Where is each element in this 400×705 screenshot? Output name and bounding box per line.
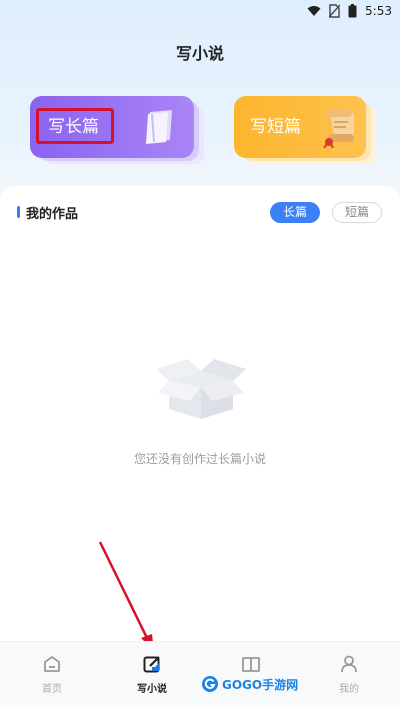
empty-box-icon — [156, 359, 246, 419]
nav-item-mine[interactable]: 我的 — [314, 642, 384, 705]
gogo-logo-icon — [202, 676, 218, 692]
book-icon — [242, 657, 260, 672]
nav-item-write[interactable]: 写小说 — [117, 642, 187, 705]
write-long-card[interactable]: 写长篇 — [30, 96, 194, 158]
watermark: GOGO手游网 — [201, 675, 298, 693]
wifi-icon — [307, 6, 321, 16]
no-sim-icon — [329, 4, 341, 18]
works-title-accent — [17, 206, 20, 218]
home-icon — [44, 656, 60, 672]
status-icons: 5:53 — [307, 4, 392, 18]
bottom-nav: 首页 写小说 我的 — [0, 641, 400, 705]
empty-state-text: 您还没有创作过长篇小说 — [133, 452, 266, 466]
scroll-icon — [323, 110, 354, 148]
battery-icon — [348, 4, 357, 18]
nav-label-home: 首页 — [42, 684, 62, 695]
annotation-highlight-box — [36, 108, 114, 144]
notebook-icon — [146, 110, 172, 144]
works-title: 我的作品 — [26, 207, 79, 222]
edit-icon — [143, 656, 160, 673]
nav-item-home[interactable]: 首页 — [17, 642, 87, 705]
nav-label-mine: 我的 — [339, 684, 359, 695]
person-icon — [341, 655, 357, 673]
watermark-text: GOGO手游网 — [222, 677, 299, 692]
write-short-label: 写短篇 — [250, 117, 301, 137]
write-short-card[interactable]: 写短篇 — [234, 96, 366, 158]
works-panel: 我的作品 长篇 短篇 您还没有创作过长篇小说 — [0, 186, 400, 641]
page-title: 写小说 — [175, 44, 224, 63]
tab-short[interactable]: 短篇 — [332, 202, 382, 223]
status-bar: 5:53 — [0, 0, 400, 24]
nav-item-bookshelf[interactable] — [216, 642, 286, 705]
status-time: 5:53 — [365, 4, 392, 18]
nav-label-write: 写小说 — [137, 684, 167, 695]
tab-long[interactable]: 长篇 — [270, 202, 320, 223]
